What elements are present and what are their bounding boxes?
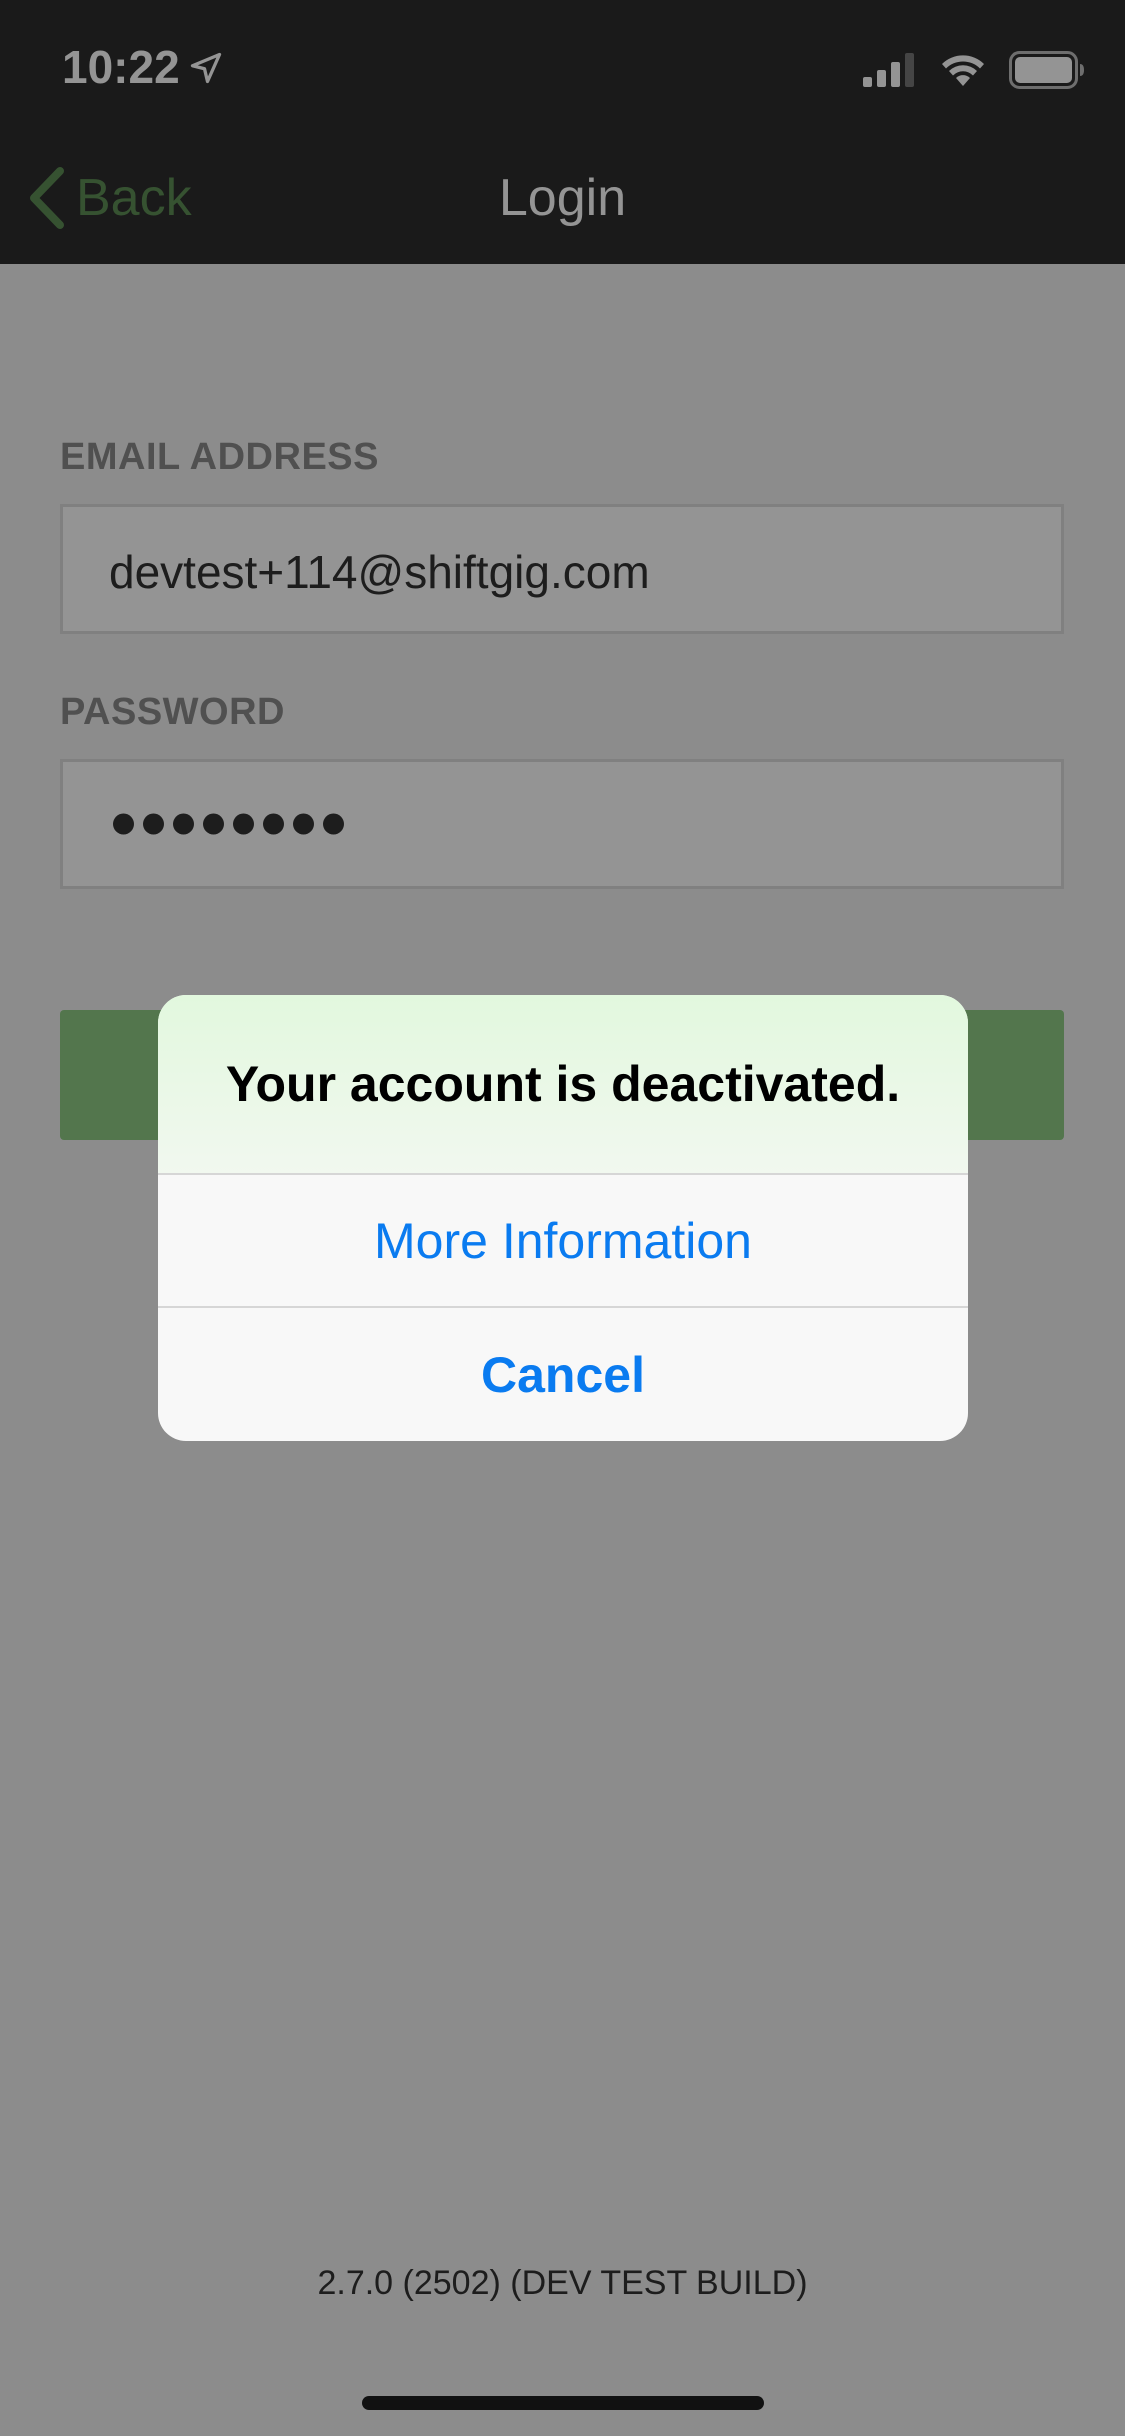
alert-header: Your account is deactivated.	[158, 995, 968, 1175]
cancel-button[interactable]: Cancel	[158, 1308, 968, 1441]
alert-title: Your account is deactivated.	[225, 1056, 901, 1112]
more-information-button[interactable]: More Information	[158, 1175, 968, 1308]
alert-dialog: Your account is deactivated. More Inform…	[158, 995, 968, 1441]
home-indicator[interactable]	[362, 2396, 764, 2410]
